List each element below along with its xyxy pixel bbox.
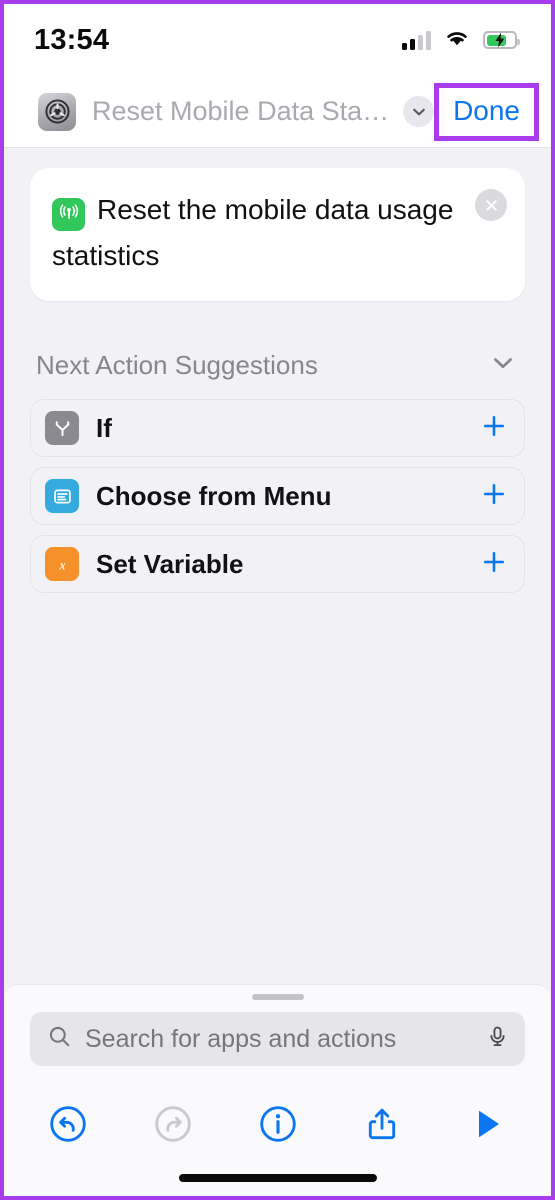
cellular-signal-icon: [402, 30, 431, 50]
home-indicator: [178, 1174, 377, 1182]
editor-toolbar: [4, 1086, 551, 1196]
close-circle-icon[interactable]: [475, 189, 507, 221]
plus-icon[interactable]: [480, 480, 508, 513]
info-button[interactable]: [252, 1098, 304, 1150]
suggestion-label: If: [96, 412, 112, 443]
next-action-suggestions-list: If Choose from Menu x Set Variable: [30, 399, 525, 593]
variable-x-icon: x: [45, 547, 79, 581]
branch-if-icon: [45, 411, 79, 445]
cellular-broadcast-icon: [52, 197, 85, 231]
done-button[interactable]: Done: [453, 95, 520, 126]
search-bar[interactable]: [30, 1012, 525, 1066]
search-icon: [47, 1024, 72, 1054]
suggestion-label: Choose from Menu: [96, 480, 332, 511]
microphone-icon[interactable]: [486, 1025, 509, 1053]
action-card-text-row: Reset the mobile data usage statistics: [52, 187, 503, 279]
status-bar-icons: [402, 28, 520, 53]
next-action-suggestions-title: Next Action Suggestions: [36, 349, 318, 380]
plus-icon[interactable]: [480, 412, 508, 445]
suggestion-label: Set Variable: [96, 548, 244, 579]
redo-button[interactable]: [147, 1098, 199, 1150]
suggestion-row-if[interactable]: If: [30, 399, 525, 457]
page-title[interactable]: Reset Mobile Data Statistics: [92, 96, 391, 127]
shortcut-settings-icon: [38, 92, 76, 131]
action-card-label: Reset the mobile data usage statistics: [52, 194, 454, 271]
suggestion-row-choose-from-menu[interactable]: Choose from Menu: [30, 467, 525, 525]
svg-text:x: x: [58, 557, 65, 572]
action-card[interactable]: Reset the mobile data usage statistics: [30, 168, 525, 301]
plus-icon[interactable]: [480, 548, 508, 581]
phone-screen: 13:54 Reset Mobile Data Statis Done Rese…: [0, 0, 555, 1200]
wifi-icon: [444, 28, 470, 53]
sheet-grabber-handle[interactable]: [251, 994, 304, 1000]
undo-button[interactable]: [42, 1098, 94, 1150]
done-button-highlight: Done: [434, 82, 539, 141]
run-button[interactable]: [461, 1098, 513, 1150]
battery-charging-icon: [483, 31, 520, 49]
shortcut-editor-body: Reset the mobile data usage statistics N…: [4, 148, 551, 984]
status-bar: 13:54: [4, 4, 551, 76]
share-button[interactable]: [356, 1098, 408, 1150]
navigation-bar: Reset Mobile Data Statistics Done: [4, 76, 551, 148]
chevron-down-icon[interactable]: [403, 96, 435, 127]
suggestion-row-set-variable[interactable]: x Set Variable: [30, 535, 525, 593]
status-bar-clock: 13:54: [34, 23, 110, 56]
menu-list-icon: [45, 479, 79, 513]
search-input[interactable]: [85, 1024, 486, 1054]
next-action-suggestions-header[interactable]: Next Action Suggestions: [30, 345, 525, 385]
chevron-down-icon[interactable]: [489, 349, 517, 382]
search-sheet: [4, 984, 551, 1086]
